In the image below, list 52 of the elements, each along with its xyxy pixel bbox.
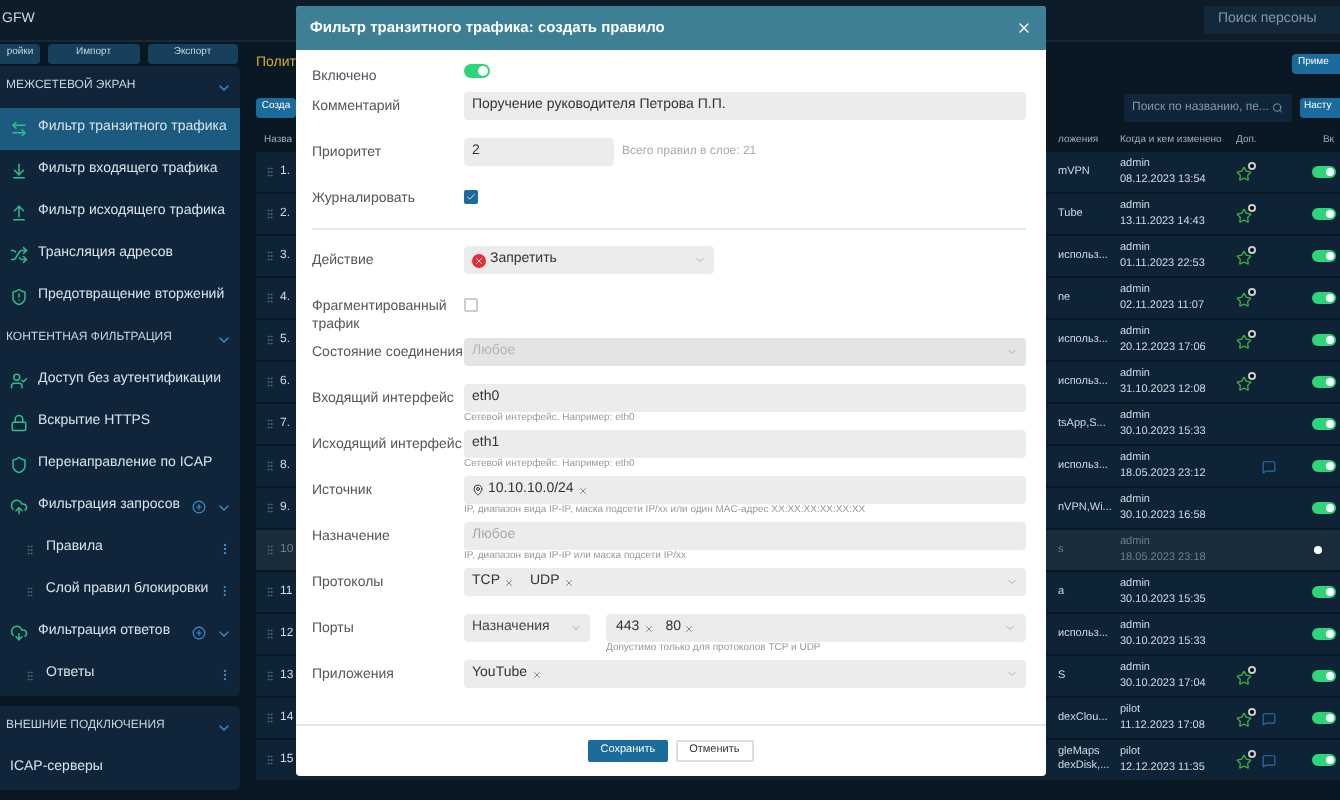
comment-icon[interactable] [1262, 459, 1276, 473]
toggle-switch[interactable] [1312, 418, 1336, 430]
cloud-download-icon [10, 624, 28, 642]
user-check-icon [10, 372, 28, 390]
toggle-switch[interactable] [1312, 628, 1336, 640]
star-badge-icon[interactable] [1236, 246, 1256, 266]
comment-icon[interactable] [1262, 753, 1276, 767]
shield-icon [10, 456, 28, 474]
search-icon [1272, 102, 1284, 114]
toggle-switch[interactable] [1312, 334, 1336, 346]
star-badge-icon[interactable] [1236, 750, 1256, 770]
star-badge-icon[interactable] [1236, 204, 1256, 224]
toggle-switch[interactable] [1312, 166, 1336, 178]
comment-icon[interactable] [1262, 711, 1276, 725]
chevron-icon [694, 254, 706, 266]
arrows-icon [10, 120, 28, 138]
toggle-switch[interactable] [1312, 376, 1336, 388]
pin-icon [472, 484, 484, 496]
toggle-switch[interactable] [1312, 208, 1336, 220]
star-badge-icon[interactable] [1236, 372, 1256, 392]
lock-icon [10, 414, 28, 432]
add-icon[interactable] [192, 500, 206, 514]
toggle-switch[interactable] [1312, 250, 1336, 262]
toggle-switch[interactable] [1312, 670, 1336, 682]
add-icon[interactable] [192, 626, 206, 640]
checkbox[interactable] [464, 190, 478, 204]
toggle-switch[interactable] [1312, 754, 1336, 766]
star-badge-icon[interactable] [1236, 666, 1256, 686]
more-icon[interactable] [218, 668, 232, 682]
arrow-up-icon [10, 204, 28, 222]
star-badge-icon[interactable] [1236, 330, 1256, 350]
shuffle-icon [10, 246, 28, 264]
toggle-switch[interactable] [1312, 502, 1336, 514]
star-badge-icon[interactable] [1236, 288, 1256, 308]
chevron-icon [1004, 622, 1016, 634]
more-icon[interactable] [218, 584, 232, 598]
star-badge-icon[interactable] [1236, 708, 1256, 728]
deny-icon [472, 253, 486, 267]
toggle-switch[interactable] [1312, 586, 1336, 598]
arrow-down-icon [10, 162, 28, 180]
chevron-icon [1006, 346, 1018, 358]
more-icon[interactable] [218, 542, 232, 556]
cloud-upload-icon [10, 498, 28, 516]
shield-alert-icon [10, 288, 28, 306]
chevron-icon [570, 622, 582, 634]
star-badge-icon[interactable] [1236, 162, 1256, 182]
toggle-switch[interactable] [1312, 460, 1336, 472]
close-icon[interactable] [1016, 20, 1032, 36]
toggle-switch[interactable] [1312, 292, 1336, 304]
toggle-switch[interactable] [464, 64, 490, 78]
checkbox[interactable] [464, 298, 478, 312]
toggle-switch[interactable] [1312, 712, 1336, 724]
